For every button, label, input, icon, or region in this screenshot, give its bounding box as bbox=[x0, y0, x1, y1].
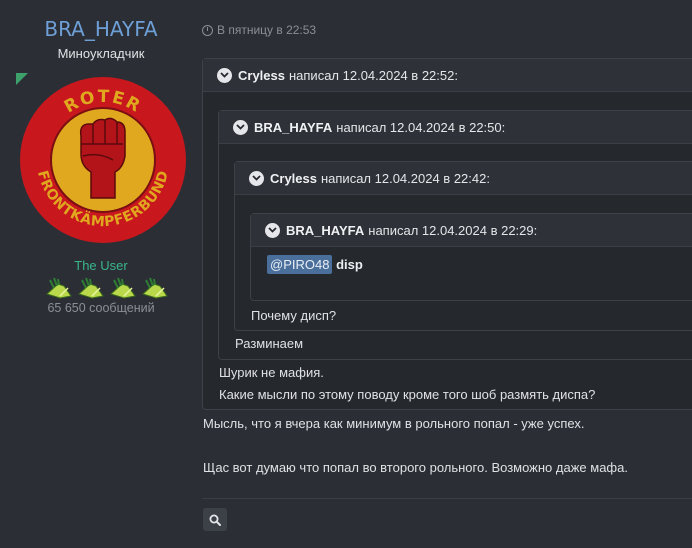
quote-said[interactable]: написал 12.04.2024 в 22:29: bbox=[368, 223, 537, 238]
quote-1-line-2: Какие мысли по этому поводу кроме того ш… bbox=[219, 387, 596, 402]
search-icon bbox=[209, 514, 221, 526]
quote-1-line-1: Шурик не мафия. bbox=[219, 365, 324, 380]
quote-author[interactable]: BRA_HAYFA bbox=[254, 120, 332, 135]
quote-header[interactable]: BRA_HAYFA написал 12.04.2024 в 22:50: bbox=[219, 111, 692, 144]
quote-3-text: Почему дисп? bbox=[251, 308, 337, 323]
search-button[interactable] bbox=[203, 508, 227, 531]
author-rank: The User bbox=[74, 258, 128, 273]
author-title: Миноукладчик bbox=[57, 46, 145, 61]
quote-header[interactable]: Cryless написал 12.04.2024 в 22:42: bbox=[235, 162, 692, 195]
author-sidebar: BRA_HAYFA Миноукладчик ROTER FRONTKÄMPFE… bbox=[0, 0, 202, 548]
trophy-icon[interactable] bbox=[108, 276, 138, 300]
post-footer-divider bbox=[202, 498, 692, 499]
message-count[interactable]: 65 650 сообщений bbox=[0, 301, 202, 315]
innermost-quote-text: @PIRO48 disp bbox=[267, 255, 363, 274]
quote-said[interactable]: написал 12.04.2024 в 22:50: bbox=[336, 120, 505, 135]
chevron-down-icon[interactable] bbox=[233, 119, 248, 135]
quote-author[interactable]: Cryless bbox=[270, 171, 317, 186]
quote-author[interactable]: Cryless bbox=[238, 68, 285, 83]
post-date-text: В пятницу в 22:53 bbox=[217, 23, 317, 37]
trophy-icon[interactable] bbox=[44, 276, 74, 300]
quote-said[interactable]: написал 12.04.2024 в 22:52: bbox=[289, 68, 458, 83]
trophy-icon[interactable] bbox=[140, 276, 170, 300]
chevron-down-icon[interactable] bbox=[249, 170, 264, 186]
chevron-down-icon[interactable] bbox=[217, 67, 232, 83]
post-date[interactable]: В пятницу в 22:53 bbox=[202, 23, 316, 37]
clock-icon bbox=[202, 24, 213, 36]
post-body-line-1: Мысль, что я вчера как минимум в рольног… bbox=[203, 416, 585, 431]
quote-header[interactable]: Cryless написал 12.04.2024 в 22:52: bbox=[203, 59, 692, 92]
quote-2-text: Разминаем bbox=[235, 336, 304, 351]
quote-said[interactable]: написал 12.04.2024 в 22:42: bbox=[321, 171, 490, 186]
user-mention[interactable]: @PIRO48 bbox=[267, 255, 333, 274]
chevron-down-icon[interactable] bbox=[265, 222, 280, 238]
author-username[interactable]: BRA_HAYFA bbox=[0, 17, 202, 41]
post-body-line-2: Щас вот думаю что попал во второго рольн… bbox=[203, 460, 628, 475]
quote-author[interactable]: BRA_HAYFA bbox=[286, 223, 364, 238]
quote-text-bold: disp bbox=[336, 257, 363, 272]
badge-row bbox=[44, 276, 170, 300]
trophy-icon[interactable] bbox=[76, 276, 106, 300]
quote-header[interactable]: BRA_HAYFA написал 12.04.2024 в 22:29: bbox=[251, 214, 692, 247]
avatar[interactable]: ROTER FRONTKÄMPFERBUND bbox=[19, 76, 187, 244]
